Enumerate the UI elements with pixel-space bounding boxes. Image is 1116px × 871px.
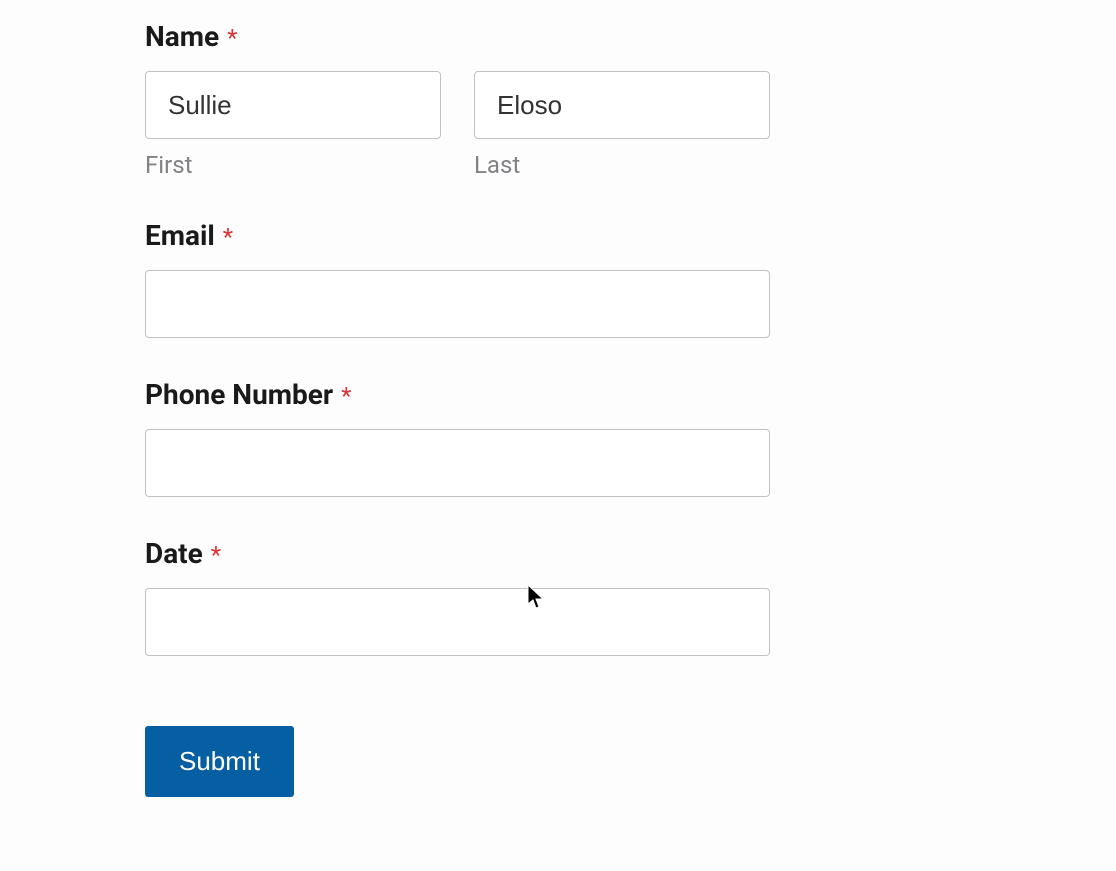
phone-label: Phone Number	[145, 378, 333, 411]
name-label: Name	[145, 20, 219, 53]
email-required-asterisk: *	[223, 223, 233, 251]
date-input[interactable]	[145, 588, 770, 656]
phone-input[interactable]	[145, 429, 770, 497]
email-label-row: Email *	[145, 219, 971, 270]
first-name-column: First	[145, 71, 441, 179]
date-required-asterisk: *	[211, 541, 221, 569]
last-name-input[interactable]	[474, 71, 770, 139]
name-required-asterisk: *	[227, 24, 237, 52]
phone-field-group: Phone Number *	[145, 378, 971, 497]
name-label-row: Name *	[145, 20, 971, 71]
name-field-group: Name * First Last	[145, 20, 971, 179]
email-input[interactable]	[145, 270, 770, 338]
submit-button[interactable]: Submit	[145, 726, 294, 797]
contact-form: Name * First Last Email * Phone Number *	[0, 0, 1116, 837]
phone-label-row: Phone Number *	[145, 378, 971, 429]
date-label-row: Date *	[145, 537, 971, 588]
date-label: Date	[145, 537, 203, 570]
email-label: Email	[145, 219, 215, 252]
email-field-group: Email *	[145, 219, 971, 338]
last-name-sublabel: Last	[474, 151, 770, 179]
last-name-column: Last	[474, 71, 770, 179]
name-inputs-row: First Last	[145, 71, 971, 179]
phone-required-asterisk: *	[341, 382, 351, 410]
first-name-input[interactable]	[145, 71, 441, 139]
first-name-sublabel: First	[145, 151, 441, 179]
date-field-group: Date *	[145, 537, 971, 656]
